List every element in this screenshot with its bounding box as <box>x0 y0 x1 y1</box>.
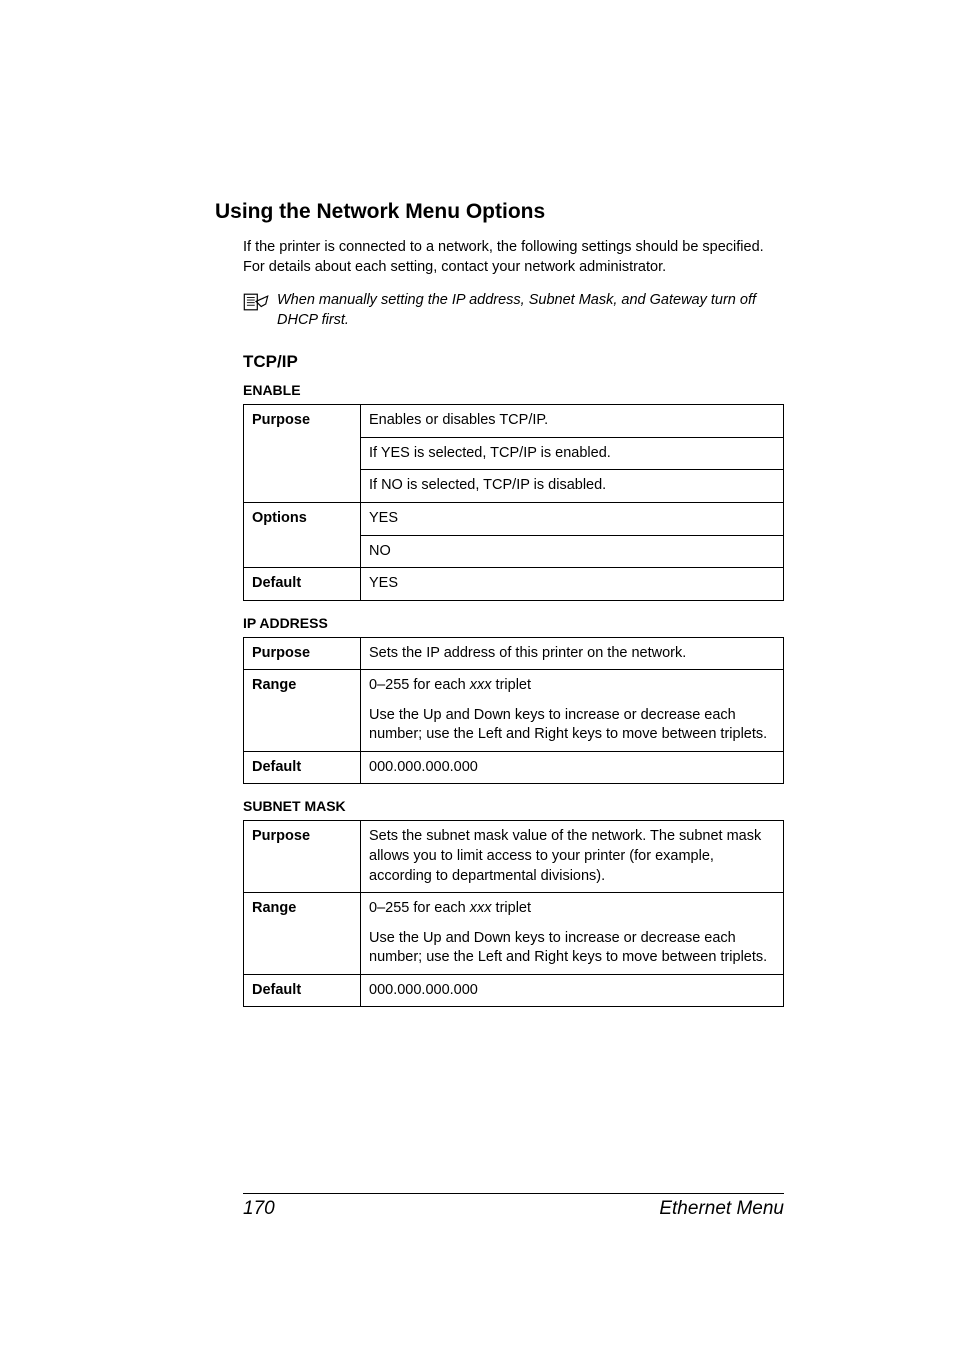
enable-options-1: YES <box>361 502 784 535</box>
enable-default-val: YES <box>361 568 784 601</box>
enable-default-label: Default <box>244 568 361 601</box>
page-footer: 170 Ethernet Menu <box>0 1193 954 1220</box>
subnet-default-label: Default <box>244 974 361 1007</box>
subnet-range-label: Range <box>244 893 361 975</box>
ip-range-desc: Use the Up and Down keys to increase or … <box>369 706 775 745</box>
ip-heading: IP ADDRESS <box>215 615 784 631</box>
ip-range-label: Range <box>244 670 361 752</box>
ip-range-var: xxx <box>470 677 492 693</box>
ip-default-val: 000.000.000.000 <box>361 751 784 784</box>
tcpip-heading: TCP/IP <box>215 352 784 372</box>
ip-default-label: Default <box>244 751 361 784</box>
ip-purpose-text: Sets the IP address of this printer on t… <box>361 637 784 670</box>
ip-range-suffix: triplet <box>492 677 532 693</box>
subnet-range-cell: 0–255 for each xxx triplet Use the Up an… <box>361 893 784 975</box>
enable-options-label: Options <box>244 502 361 567</box>
ip-range-cell: 0–255 for each xxx triplet Use the Up an… <box>361 670 784 752</box>
subnet-range-desc: Use the Up and Down keys to increase or … <box>369 929 775 968</box>
ip-range-prefix: 0–255 for each <box>369 677 470 693</box>
enable-purpose-3: If NO is selected, TCP/IP is disabled. <box>361 470 784 503</box>
subnet-range-var: xxx <box>470 900 492 916</box>
enable-heading: ENABLE <box>215 382 784 398</box>
enable-purpose-2: If YES is selected, TCP/IP is enabled. <box>361 437 784 470</box>
ip-purpose-label: Purpose <box>244 637 361 670</box>
subnet-range-prefix: 0–255 for each <box>369 900 470 916</box>
intro-paragraph: If the printer is connected to a network… <box>215 238 784 277</box>
note-text: When manually setting the IP address, Su… <box>277 291 784 330</box>
subnet-default-val: 000.000.000.000 <box>361 974 784 1007</box>
page-number: 170 <box>243 1198 275 1220</box>
subnet-table: Purpose Sets the subnet mask value of th… <box>243 820 784 1007</box>
note-icon <box>243 292 269 312</box>
ip-table: Purpose Sets the IP address of this prin… <box>243 637 784 785</box>
subnet-purpose-text: Sets the subnet mask value of the networ… <box>361 821 784 893</box>
enable-purpose-label: Purpose <box>244 405 361 503</box>
note-block: When manually setting the IP address, Su… <box>215 291 784 330</box>
footer-title: Ethernet Menu <box>659 1198 784 1220</box>
subnet-heading: SUBNET MASK <box>215 798 784 814</box>
section-heading: Using the Network Menu Options <box>215 200 784 224</box>
subnet-range-suffix: triplet <box>492 900 532 916</box>
footer-rule <box>243 1193 784 1194</box>
enable-table: Purpose Enables or disables TCP/IP. If Y… <box>243 404 784 600</box>
enable-options-2: NO <box>361 535 784 568</box>
subnet-purpose-label: Purpose <box>244 821 361 893</box>
enable-purpose-1: Enables or disables TCP/IP. <box>361 405 784 438</box>
